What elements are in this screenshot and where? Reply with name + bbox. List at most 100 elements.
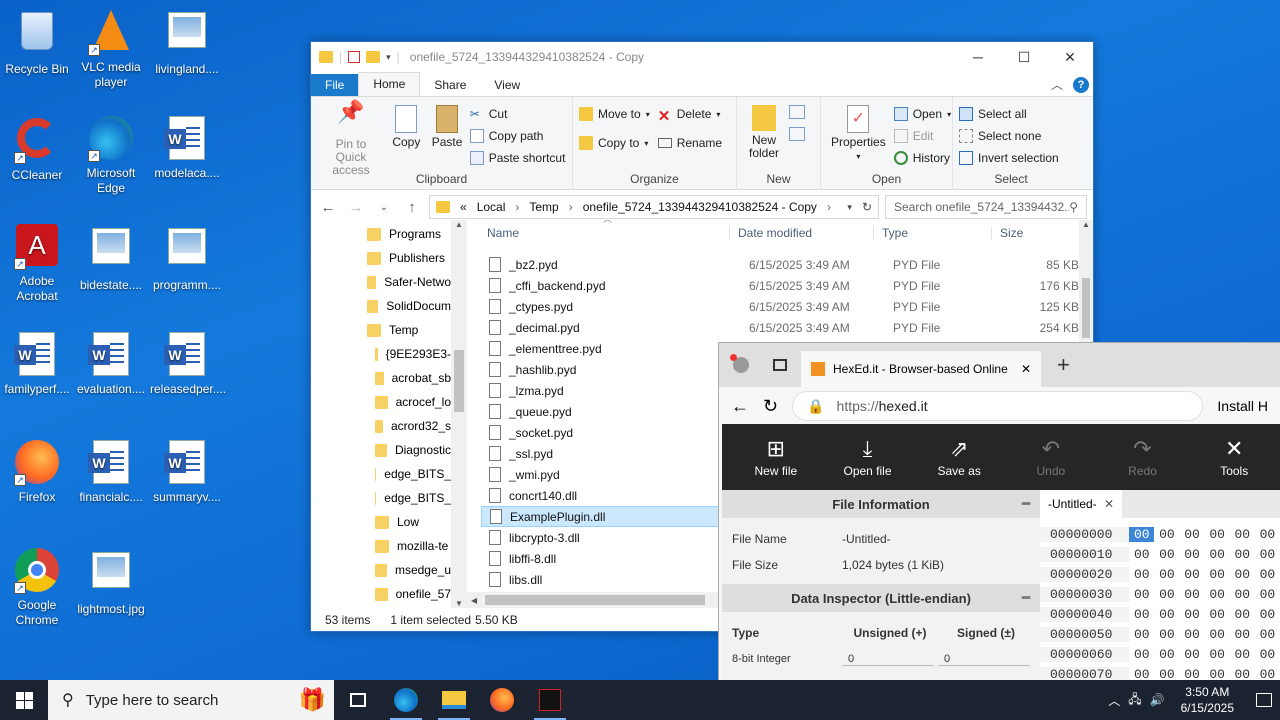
- desktop-icon-evaluation-doc[interactable]: Wevaluation....: [74, 332, 148, 397]
- search-highlight-icon[interactable]: 🎁: [299, 687, 326, 713]
- taskbar-firefox[interactable]: [478, 680, 526, 720]
- desktop-icon-microsoft-edge[interactable]: ↗ Microsoft Edge: [74, 116, 148, 196]
- install-button[interactable]: Install H: [1217, 398, 1268, 414]
- nav-item[interactable]: acrobat_sb: [367, 366, 451, 390]
- properties-button[interactable]: ✓ Properties ▾: [827, 101, 890, 169]
- tab-view[interactable]: View: [480, 74, 534, 96]
- scroll-down-icon[interactable]: ▼: [451, 599, 467, 608]
- network-icon[interactable]: 🖧: [1128, 690, 1141, 711]
- hex-byte[interactable]: 00: [1129, 647, 1154, 662]
- hex-byte[interactable]: 00: [1255, 667, 1280, 681]
- hex-byte[interactable]: 00: [1230, 567, 1255, 582]
- hex-byte[interactable]: 00: [1180, 607, 1205, 622]
- hex-byte[interactable]: 00: [1205, 587, 1230, 602]
- hex-byte[interactable]: 00: [1154, 627, 1179, 642]
- move-to-button[interactable]: Move to ▾: [579, 103, 650, 125]
- hex-byte[interactable]: 00: [1255, 647, 1280, 662]
- open-file-button[interactable]: ⤓ Open file: [822, 424, 914, 490]
- search-box[interactable]: Search onefile_5724_13394432... ⚲: [885, 195, 1087, 219]
- inspector-signed-value[interactable]: 0: [938, 653, 1030, 666]
- nav-scroll-thumb[interactable]: [454, 350, 464, 412]
- task-view-button[interactable]: [334, 680, 382, 720]
- hex-byte[interactable]: 00: [1180, 627, 1205, 642]
- select-all-button[interactable]: Select all: [959, 103, 1063, 125]
- history-button[interactable]: History: [893, 147, 951, 169]
- nav-item[interactable]: Safer-Netwo: [367, 270, 451, 294]
- invert-selection-button[interactable]: Invert selection: [959, 147, 1063, 169]
- hscroll-left-icon[interactable]: ◀: [467, 596, 477, 605]
- tab-close-icon[interactable]: ✕: [1021, 362, 1031, 376]
- hex-tab-close-icon[interactable]: ✕: [1104, 497, 1114, 511]
- hex-byte[interactable]: 00: [1255, 547, 1280, 562]
- minimize-button[interactable]: ─: [955, 42, 1001, 72]
- nav-item[interactable]: mozilla-te: [367, 534, 451, 558]
- desktop-icon-programm-image[interactable]: programm....: [150, 224, 224, 293]
- tray-chevron-icon[interactable]: ︿: [1108, 692, 1120, 709]
- path-overflow[interactable]: «: [460, 200, 467, 214]
- hex-byte[interactable]: 00: [1129, 567, 1154, 582]
- select-none-button[interactable]: Select none: [959, 125, 1063, 147]
- pin-to-quick-access-button[interactable]: 📌 Pin to Quick access: [317, 101, 385, 179]
- forward-arrow-icon[interactable]: →: [345, 199, 367, 216]
- file-scroll-thumb[interactable]: [1082, 278, 1090, 338]
- hex-byte[interactable]: 00: [1180, 547, 1205, 562]
- start-button[interactable]: [0, 680, 48, 720]
- new-folder-quick-icon[interactable]: [366, 51, 381, 63]
- volume-icon[interactable]: 🔊: [1150, 693, 1165, 707]
- desktop-icon-vlc-media-player[interactable]: ↗ VLC media player: [74, 8, 148, 90]
- nav-item[interactable]: edge_BITS_: [367, 486, 451, 510]
- taskbar-file-explorer[interactable]: [430, 680, 478, 720]
- open-button[interactable]: Open ▾: [893, 103, 951, 125]
- up-arrow-icon[interactable]: ↑: [401, 199, 423, 216]
- file-info-header[interactable]: File Information ━: [722, 490, 1040, 518]
- clock[interactable]: 3:50 AM 6/15/2025: [1173, 684, 1242, 716]
- tab-share[interactable]: Share: [420, 74, 480, 96]
- desktop-icon-lightmost-image[interactable]: lightmost.jpg: [74, 548, 148, 617]
- delete-button[interactable]: ✕ Delete ▾: [658, 103, 722, 125]
- hex-byte[interactable]: 00: [1129, 587, 1154, 602]
- hex-byte[interactable]: 00: [1154, 587, 1179, 602]
- taskbar-app[interactable]: [526, 680, 574, 720]
- nav-item[interactable]: Diagnostic: [367, 438, 451, 462]
- inspector-collapse-icon[interactable]: ━: [1022, 590, 1030, 606]
- paste-button[interactable]: Paste: [428, 101, 467, 151]
- url-bar[interactable]: 🔒 https://hexed.it: [792, 391, 1204, 421]
- hex-byte[interactable]: 00: [1230, 527, 1255, 542]
- hex-byte[interactable]: 00: [1180, 527, 1205, 542]
- hex-byte[interactable]: 00: [1205, 647, 1230, 662]
- desktop-icon-modelaca-doc[interactable]: Wmodelaca....: [150, 116, 224, 181]
- copy-to-button[interactable]: Copy to ▾: [579, 132, 650, 154]
- hscroll-thumb[interactable]: [485, 595, 705, 605]
- new-folder-button[interactable]: New folder: [743, 101, 785, 162]
- browser-tab-hexed[interactable]: HexEd.it - Browser-based Online ✕: [801, 351, 1041, 387]
- desktop-icon-livingland-image[interactable]: livingland....: [150, 8, 224, 77]
- back-arrow-icon[interactable]: ←: [317, 199, 339, 216]
- hex-byte[interactable]: 00: [1180, 587, 1205, 602]
- nav-item[interactable]: Programs: [367, 222, 451, 246]
- nav-item[interactable]: SolidDocum: [367, 294, 451, 318]
- desktop-icon-google-chrome[interactable]: ↗ Google Chrome: [0, 548, 74, 628]
- hex-byte[interactable]: 00: [1255, 567, 1280, 582]
- hex-byte[interactable]: 00: [1205, 567, 1230, 582]
- save-as-button[interactable]: ⇗ Save as: [913, 424, 1005, 490]
- hex-byte[interactable]: 00: [1154, 667, 1179, 681]
- nav-item[interactable]: acrord32_s: [367, 414, 451, 438]
- hex-byte[interactable]: 00: [1205, 547, 1230, 562]
- help-icon[interactable]: ?: [1073, 76, 1089, 93]
- hex-byte[interactable]: 00: [1154, 527, 1179, 542]
- hex-byte[interactable]: 00: [1230, 627, 1255, 642]
- hex-byte[interactable]: 00: [1230, 647, 1255, 662]
- desktop-icon-firefox[interactable]: ↗ Firefox: [0, 440, 74, 505]
- breadcrumb-current[interactable]: onefile_5724_133944329410382524 - Copy: [583, 200, 817, 214]
- hex-byte[interactable]: 00: [1129, 547, 1154, 562]
- quick-access-dropdown-icon[interactable]: ▾: [386, 52, 391, 63]
- hex-byte[interactable]: 00: [1255, 587, 1280, 602]
- desktop-icon-adobe-acrobat[interactable]: A ↗ Adobe Acrobat: [0, 224, 74, 304]
- scroll-up-icon[interactable]: ▲: [451, 220, 467, 229]
- recent-locations-icon[interactable]: ⌄: [373, 202, 395, 213]
- hex-byte[interactable]: 00: [1205, 627, 1230, 642]
- notifications-icon[interactable]: [1256, 693, 1272, 707]
- desktop-icon-summaryv-doc[interactable]: Wsummaryv....: [150, 440, 224, 505]
- tab-file[interactable]: File: [311, 74, 359, 96]
- nav-item[interactable]: onefile_57: [367, 582, 451, 606]
